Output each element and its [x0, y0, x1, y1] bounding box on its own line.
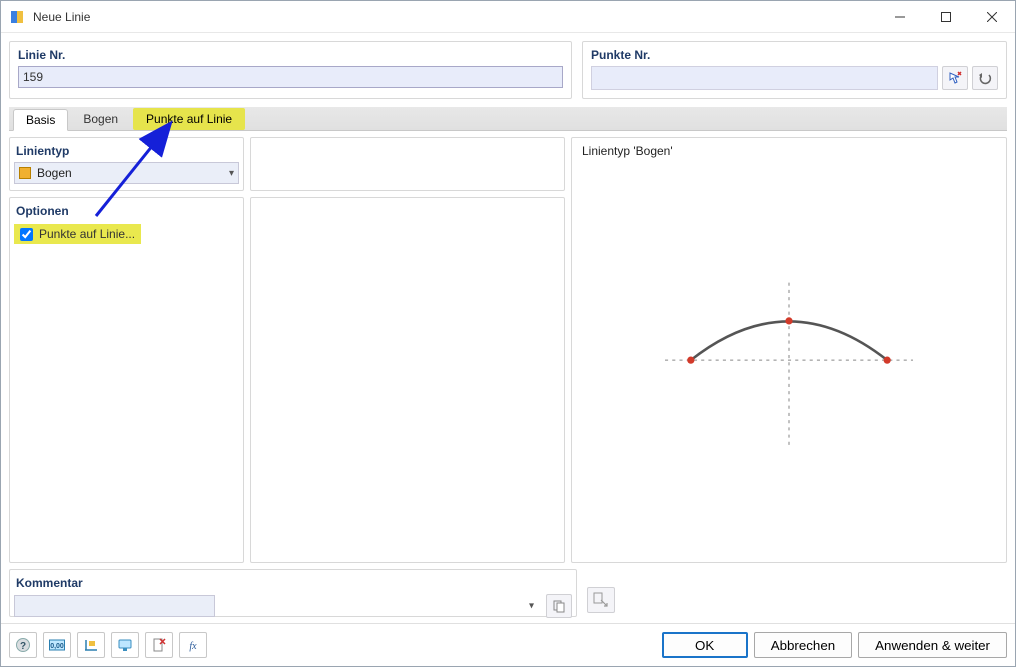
- chevron-down-icon: ▾: [529, 601, 534, 612]
- linie-nr-input[interactable]: [18, 66, 563, 88]
- maximize-button[interactable]: [923, 1, 969, 33]
- chevron-down-icon: ▾: [229, 168, 234, 179]
- kommentar-label: Kommentar: [14, 574, 572, 594]
- apply-selection-button[interactable]: [587, 587, 615, 613]
- cancel-button[interactable]: Abbrechen: [754, 632, 852, 658]
- panel-middle-bottom: [250, 197, 565, 563]
- delete-doc-button[interactable]: [145, 632, 173, 658]
- svg-text:fx: fx: [189, 641, 197, 652]
- pick-point-button[interactable]: [942, 66, 968, 90]
- preview-canvas: [572, 138, 1006, 572]
- tab-bogen[interactable]: Bogen: [70, 108, 131, 130]
- option-punkte-checkbox[interactable]: [20, 228, 33, 241]
- linientyp-color-swatch: [19, 167, 31, 179]
- panel-middle-top: [250, 137, 565, 191]
- minimize-button[interactable]: [877, 1, 923, 33]
- punkte-nr-group: Punkte Nr.: [582, 41, 1007, 99]
- panel-optionen: Optionen Punkte auf Linie...: [9, 197, 244, 563]
- panel-linientyp: Linientyp Bogen ▾: [9, 137, 244, 191]
- fx-button[interactable]: fx: [179, 632, 207, 658]
- linientyp-value: Bogen: [37, 166, 229, 180]
- close-button[interactable]: [969, 1, 1015, 33]
- svg-text:?: ?: [20, 641, 26, 652]
- footer-bar: ? 0,00 fx: [1, 623, 1015, 666]
- tab-row: Basis Bogen Punkte auf Linie: [9, 107, 1007, 131]
- undo-button[interactable]: [972, 66, 998, 90]
- option-punkte-label: Punkte auf Linie...: [39, 227, 135, 241]
- help-button[interactable]: ?: [9, 632, 37, 658]
- window-title: Neue Linie: [33, 10, 90, 24]
- optionen-label: Optionen: [14, 202, 239, 222]
- tab-basis[interactable]: Basis: [13, 109, 68, 131]
- linie-nr-group: Linie Nr.: [9, 41, 572, 99]
- titlebar: Neue Linie: [1, 1, 1015, 33]
- punkte-nr-label: Punkte Nr.: [591, 48, 998, 62]
- app-icon: [9, 9, 25, 25]
- view-button[interactable]: [111, 632, 139, 658]
- svg-text:0,00: 0,00: [50, 643, 64, 650]
- preview-panel: Linientyp 'Bogen': [571, 137, 1007, 563]
- apply-next-button[interactable]: Anwenden & weiter: [858, 632, 1007, 658]
- units-button[interactable]: 0,00: [43, 632, 71, 658]
- punkte-nr-input[interactable]: [591, 66, 938, 90]
- kommentar-copy-button[interactable]: [546, 594, 572, 618]
- panel-kommentar: Kommentar ▾: [9, 569, 577, 617]
- kommentar-input[interactable]: [14, 595, 215, 617]
- ok-button[interactable]: OK: [662, 632, 748, 658]
- linie-nr-label: Linie Nr.: [18, 48, 563, 62]
- linientyp-select[interactable]: Bogen ▾: [14, 162, 239, 184]
- snap-button[interactable]: [77, 632, 105, 658]
- tab-punkte-auf-linie[interactable]: Punkte auf Linie: [133, 108, 245, 130]
- option-punkte-auf-linie[interactable]: Punkte auf Linie...: [14, 224, 141, 244]
- linientyp-label: Linientyp: [14, 142, 239, 162]
